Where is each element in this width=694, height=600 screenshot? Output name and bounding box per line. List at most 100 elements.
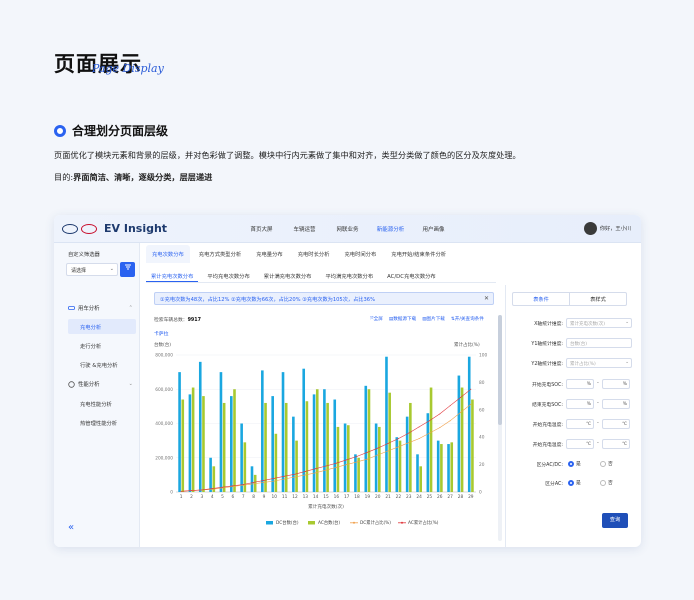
acdc-no-radio[interactable]: 否 bbox=[600, 460, 613, 467]
sidebar-item-thermal-perf[interactable]: 热管理性能分析 bbox=[68, 415, 136, 430]
goal-prefix: 目的: bbox=[54, 172, 74, 182]
tab-charge-type[interactable]: 充电方式类型分析 bbox=[193, 245, 247, 263]
y1-dim-select[interactable]: 台数(台) bbox=[566, 338, 632, 348]
point-dc bbox=[460, 412, 461, 413]
soc-start-min[interactable]: % bbox=[566, 379, 594, 389]
top-bar: EV Insight 首页大屏 车辆运营 网联业务 新能源分析 用户画像 你好，… bbox=[54, 215, 641, 243]
nav-item-operations[interactable]: 车辆运营 bbox=[283, 225, 326, 233]
avatar[interactable] bbox=[583, 222, 597, 235]
soc-end-min[interactable]: % bbox=[566, 399, 594, 409]
soc-start-max[interactable]: % bbox=[602, 379, 630, 389]
y-left-tick: 600,000 bbox=[155, 387, 173, 393]
soc-end-max[interactable]: % bbox=[602, 399, 630, 409]
sidebar-item-driving[interactable]: 走行分析 bbox=[68, 338, 136, 353]
x-dim-label: X轴统计维度: bbox=[534, 322, 563, 327]
bar-ac bbox=[202, 396, 205, 492]
tab-style[interactable]: 表样式 bbox=[570, 293, 626, 305]
bar-ac bbox=[233, 389, 236, 492]
range-dash: - bbox=[597, 440, 599, 446]
acdc-yes-radio[interactable]: 是 bbox=[568, 460, 581, 467]
bar-ac bbox=[429, 387, 433, 492]
scrollbar-thumb[interactable] bbox=[498, 315, 502, 425]
info-banner: ①充电次数为48次，占比12% ②充电次数为66次，占比20% ③充电次数为10… bbox=[154, 292, 494, 305]
subtab-average-full[interactable]: 平均满充电次数分布 bbox=[320, 269, 378, 282]
fullscreen-button[interactable]: ⤧全屏 bbox=[370, 316, 383, 322]
temp-start-label: 开始充电温度: bbox=[532, 423, 563, 428]
radio-checked-icon bbox=[568, 460, 574, 467]
expand-link[interactable]: 卡萨拉 bbox=[154, 330, 168, 337]
ac-yes-radio[interactable]: 是 bbox=[568, 479, 581, 486]
y1-dim-value: 台数(台) bbox=[570, 342, 588, 347]
nav-item-user-profile[interactable]: 用户画像 bbox=[412, 225, 455, 233]
sidebar-group-usage[interactable]: 用车分析 ⌃ bbox=[68, 304, 133, 312]
total-value: 9917 bbox=[187, 318, 201, 323]
subtab-acdc[interactable]: AC/DC充电次数分布 bbox=[382, 269, 441, 282]
subtab-average[interactable]: 平均充电次数分布 bbox=[202, 269, 254, 282]
y-left-tick: 0 bbox=[170, 490, 173, 496]
toggle-query-button[interactable]: ⇅开/关查询条件 bbox=[451, 316, 484, 322]
temp-start-min[interactable]: ℃ bbox=[566, 419, 594, 429]
nav-item-ev-analysis[interactable]: 新能源分析 bbox=[369, 225, 412, 233]
bar-ac bbox=[336, 426, 340, 492]
scrollbar[interactable] bbox=[498, 315, 502, 541]
sidebar-item-charging[interactable]: 充电分析 bbox=[68, 319, 136, 334]
sidebar-item-drive-charge[interactable]: 行驶 &充电分析 bbox=[68, 357, 136, 372]
filter-select[interactable]: 请选择 ⌄ bbox=[66, 263, 118, 276]
bar-dc bbox=[343, 423, 347, 492]
x-tick: 17 bbox=[344, 494, 350, 500]
query-button[interactable]: 查询 bbox=[602, 513, 628, 528]
bar-dc bbox=[229, 396, 233, 492]
bar-dc bbox=[323, 389, 326, 492]
x-tick: 13 bbox=[303, 494, 309, 500]
sidebar-item-charge-perf[interactable]: 充电性能分析 bbox=[68, 396, 136, 411]
sidebar-group-performance[interactable]: 性能分析 ⌄ bbox=[68, 380, 133, 388]
bar-dc bbox=[188, 394, 192, 492]
subtab-cumulative-full[interactable]: 累计满充电次数分布 bbox=[259, 269, 317, 282]
subtab-cumulative[interactable]: 累计充电次数分布 bbox=[146, 269, 199, 282]
bar-dc bbox=[405, 416, 409, 492]
bar-dc bbox=[198, 361, 202, 492]
temp-start-max[interactable]: ℃ bbox=[602, 419, 630, 429]
tab-charge-time[interactable]: 充电时间分布 bbox=[338, 245, 382, 263]
bar-ac bbox=[264, 402, 267, 492]
bar-ac bbox=[440, 444, 443, 492]
x-axis-title: 累计充电次数(次) bbox=[308, 503, 344, 510]
y-left-tick: 200,000 bbox=[155, 455, 173, 461]
legend-marker bbox=[401, 521, 403, 524]
description: 页面优化了模块元素和背景的层级，并对色彩做了调整。模块中行内元素做了集中和对齐，… bbox=[54, 150, 521, 160]
collapse-icon[interactable]: « bbox=[68, 522, 74, 533]
close-icon[interactable]: ✕ bbox=[484, 295, 489, 302]
image-download-button[interactable]: ▨图片下载 bbox=[422, 316, 445, 322]
tab-charge-duration[interactable]: 充电时长分析 bbox=[292, 245, 336, 263]
x-tick: 18 bbox=[354, 494, 360, 500]
tab-charge-amount[interactable]: 充电量分布 bbox=[250, 245, 289, 263]
tab-charge-conditions[interactable]: 充电开始/结束条件分析 bbox=[385, 245, 452, 263]
radio-label: 否 bbox=[608, 462, 613, 467]
bar-ac bbox=[346, 425, 350, 492]
goal-text: 界面简洁、清晰，逐级分类，层层递进 bbox=[73, 172, 213, 182]
tab-conditions[interactable]: 表条件 bbox=[513, 293, 570, 305]
temp-end-min[interactable]: ℃ bbox=[566, 439, 594, 449]
point-dc bbox=[366, 458, 368, 460]
bar-dc bbox=[426, 413, 430, 492]
temp-end-max[interactable]: ℃ bbox=[602, 439, 630, 449]
user-menu[interactable]: 你好，王小川 bbox=[583, 222, 631, 235]
nav-item-connected[interactable]: 网联业务 bbox=[326, 225, 369, 233]
nav-item-dashboard[interactable]: 首页大屏 bbox=[240, 225, 283, 233]
y-left-title: 台数(台) bbox=[154, 341, 171, 348]
bar-ac bbox=[181, 399, 185, 492]
y2-dim-select[interactable]: 累计占比(%) ⌄ bbox=[566, 358, 632, 368]
x-tick: 14 bbox=[313, 494, 319, 500]
ac-no-radio[interactable]: 否 bbox=[600, 479, 613, 486]
bar-ac bbox=[326, 402, 329, 492]
radio-label: 是 bbox=[576, 481, 581, 486]
point-dc bbox=[449, 420, 451, 422]
y-left-tick: 800,000 bbox=[155, 353, 173, 359]
filter-button[interactable] bbox=[120, 262, 135, 277]
data-download-button[interactable]: ▤数据源下载 bbox=[389, 316, 416, 322]
tab-charge-count[interactable]: 充电次数分布 bbox=[146, 245, 190, 263]
point-ac bbox=[418, 426, 420, 428]
point-dc bbox=[397, 446, 399, 448]
chart-actions: ⤧全屏 ▤数据源下载 ▨图片下载 ⇅开/关查询条件 bbox=[370, 316, 484, 322]
x-dim-select[interactable]: 累计充电次数(次) ⌄ bbox=[566, 318, 632, 328]
